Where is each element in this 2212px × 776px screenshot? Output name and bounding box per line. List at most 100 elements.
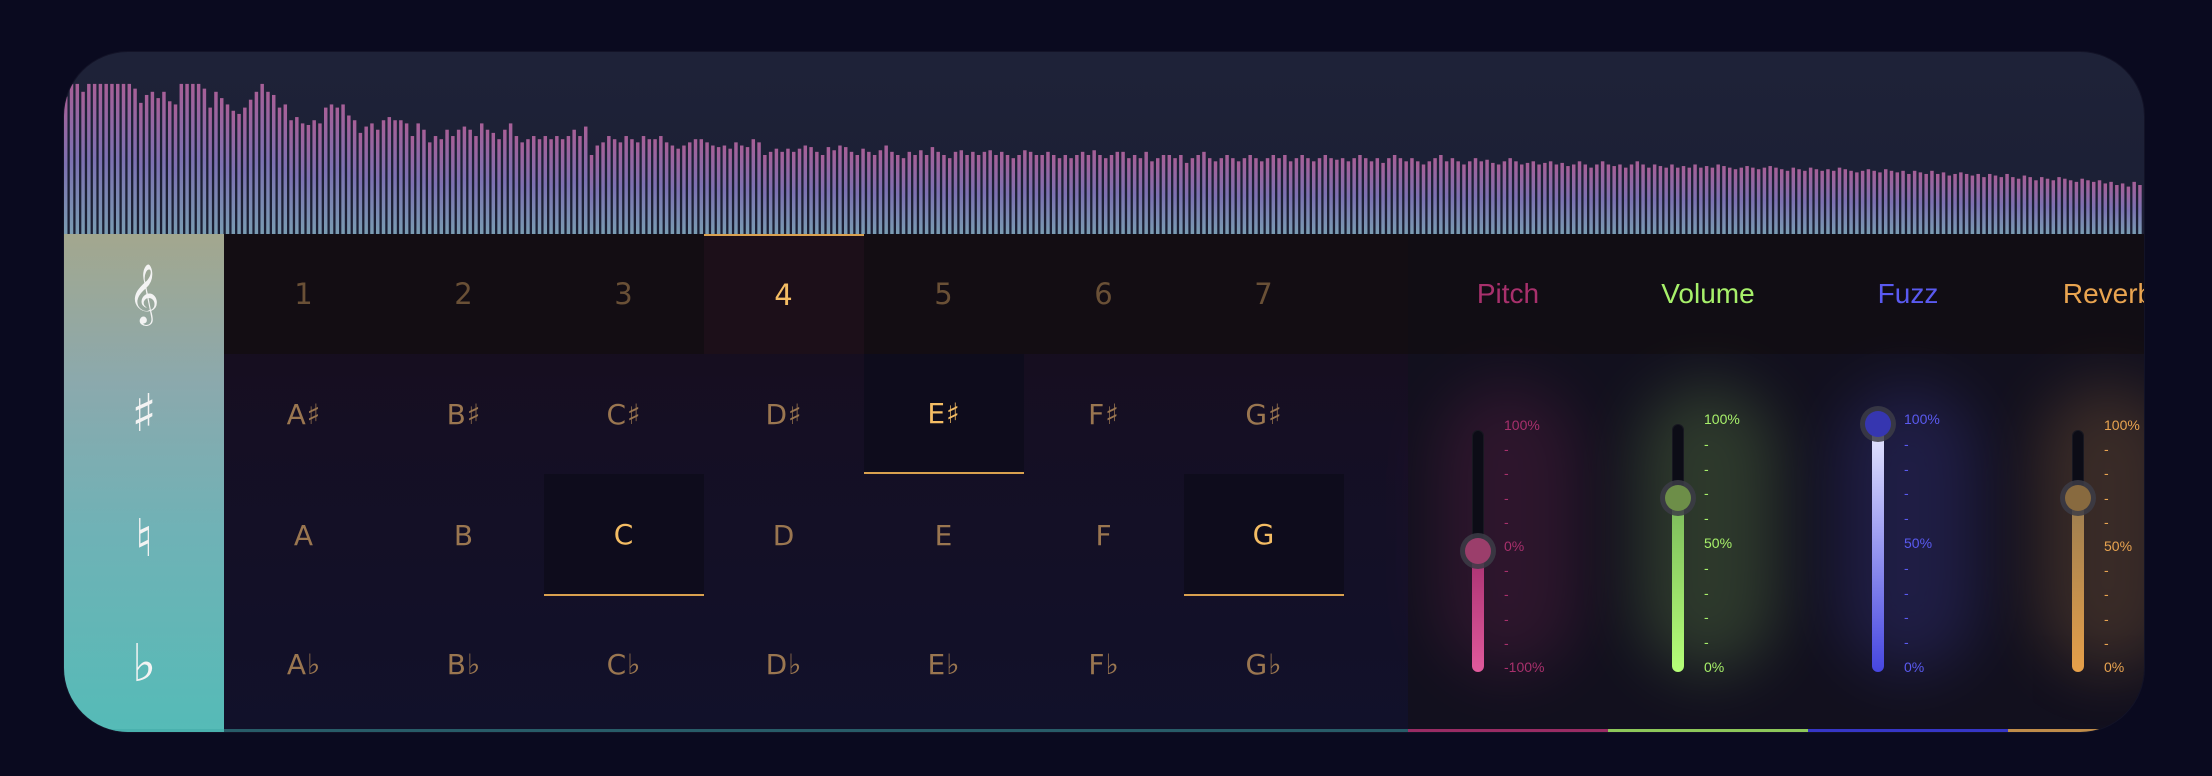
scale-tick: -100% bbox=[1504, 659, 1545, 675]
note-natural-f[interactable]: F bbox=[1024, 474, 1184, 596]
waveform-bar bbox=[664, 142, 669, 234]
waveform-bar bbox=[2005, 173, 2009, 234]
waveform-bar bbox=[1115, 151, 1120, 234]
slider-fill bbox=[1472, 551, 1484, 672]
note-flat-a[interactable]: A♭ bbox=[224, 596, 384, 732]
treble-clef-icon[interactable]: 𝄞 bbox=[64, 234, 224, 354]
scale-tick: 100% bbox=[2104, 417, 2140, 433]
waveform-bar bbox=[370, 123, 374, 234]
waveform-bar bbox=[1832, 170, 1836, 234]
waveform-bar bbox=[2080, 178, 2084, 234]
waveform-bar bbox=[1676, 167, 1680, 234]
waveform-bar bbox=[1964, 173, 1969, 234]
waveform-bar bbox=[104, 83, 108, 234]
scale-tick: 50% bbox=[2104, 538, 2133, 554]
waveform-bar bbox=[948, 158, 952, 234]
degree-2[interactable]: 2 bbox=[384, 234, 544, 354]
flat-icon[interactable]: ♭ bbox=[64, 604, 224, 724]
note-sharp-c[interactable]: C♯ bbox=[544, 354, 704, 474]
slider-track-volume[interactable] bbox=[1665, 424, 1691, 672]
waveform-bar bbox=[1034, 155, 1039, 234]
scale-tick: - bbox=[1504, 610, 1509, 627]
waveform-bar bbox=[1479, 161, 1484, 234]
slider-knob-fuzz[interactable] bbox=[1865, 411, 1891, 437]
waveform-bar bbox=[1225, 155, 1229, 234]
waveform-bar bbox=[722, 145, 727, 234]
waveform-bar bbox=[404, 123, 409, 234]
note-flat-g[interactable]: G♭ bbox=[1184, 596, 1344, 732]
slider-knob-pitch[interactable] bbox=[1465, 538, 1491, 564]
waveform-bar bbox=[919, 150, 923, 234]
note-sharp-f[interactable]: F♯ bbox=[1024, 354, 1184, 474]
waveform-bar bbox=[1918, 172, 1923, 234]
waveform-bar bbox=[1387, 158, 1391, 234]
waveform-bar bbox=[156, 98, 160, 234]
waveform-bar bbox=[1496, 164, 1501, 234]
waveform-bar bbox=[1889, 170, 1894, 234]
degree-6[interactable]: 6 bbox=[1024, 234, 1184, 354]
slider-fill bbox=[1872, 424, 1884, 672]
slider-fill bbox=[1672, 498, 1684, 672]
waveform-bar bbox=[277, 107, 282, 234]
note-natural-g[interactable]: G bbox=[1184, 474, 1344, 596]
degree-3[interactable]: 3 bbox=[544, 234, 704, 354]
note-sharp-b[interactable]: B♯ bbox=[384, 354, 544, 474]
slider-track-fuzz[interactable] bbox=[1865, 411, 1891, 672]
waveform-bar bbox=[1473, 158, 1478, 234]
waveform-bar bbox=[1901, 170, 1905, 234]
slider-knob-reverb[interactable] bbox=[2065, 484, 2091, 511]
note-natural-e[interactable]: E bbox=[864, 474, 1024, 596]
degree-7[interactable]: 7 bbox=[1184, 234, 1344, 354]
waveform-bar bbox=[202, 88, 207, 234]
waveform-bar bbox=[260, 83, 264, 234]
note-sharp-d[interactable]: D♯ bbox=[704, 354, 864, 474]
waveform-bar bbox=[792, 151, 796, 234]
slider-scale: 100% - - - - 50% - - - - 0% bbox=[2104, 417, 2144, 674]
note-flat-b[interactable]: B♭ bbox=[384, 596, 544, 732]
note-natural-c[interactable]: C bbox=[544, 474, 704, 596]
note-sharp-e[interactable]: E♯ bbox=[864, 354, 1024, 474]
scale-tick: - bbox=[2104, 441, 2109, 458]
waveform-bar bbox=[1982, 177, 1986, 234]
degree-1[interactable]: 1 bbox=[224, 234, 384, 354]
waveform-bar bbox=[225, 104, 230, 234]
effect-title-reverb: Reverb bbox=[2062, 278, 2144, 309]
waveform-bar bbox=[861, 148, 865, 234]
note-natural-b[interactable]: B bbox=[384, 474, 544, 596]
effect-title-pitch: Pitch bbox=[1476, 278, 1540, 309]
note-sharp-g[interactable]: G♯ bbox=[1184, 354, 1344, 474]
waveform-bar bbox=[1254, 158, 1258, 234]
scale-tick: - bbox=[1504, 489, 1509, 506]
waveform-bar bbox=[1462, 164, 1466, 234]
note-flat-f[interactable]: F♭ bbox=[1024, 596, 1184, 732]
degree-5[interactable]: 5 bbox=[864, 234, 1024, 354]
waveform-bar bbox=[2011, 177, 2015, 234]
degree-4[interactable]: 4 bbox=[704, 234, 864, 354]
note-flat-e[interactable]: E♭ bbox=[864, 596, 1024, 732]
scale-tick: - bbox=[1904, 510, 1909, 527]
note-natural-a[interactable]: A bbox=[224, 474, 384, 596]
waveform-bar bbox=[2045, 178, 2050, 234]
note-flat-d[interactable]: D♭ bbox=[704, 596, 864, 732]
effect-pitch: Pitch 100% - - - - 0% - - - - -100% bbox=[1408, 234, 1608, 732]
note-natural-d[interactable]: D bbox=[704, 474, 864, 596]
slider-scale: 100% - - - - 0% - - - - -100% bbox=[1504, 418, 1584, 675]
slider-track-reverb[interactable] bbox=[2065, 430, 2091, 672]
scale-tick: - bbox=[1504, 586, 1509, 603]
waveform-bar bbox=[1439, 155, 1443, 234]
natural-icon[interactable]: ♮ bbox=[64, 479, 224, 599]
scale-tick: 50% bbox=[1704, 535, 1733, 551]
note-sharp-a[interactable]: A♯ bbox=[224, 354, 384, 474]
sharp-icon[interactable]: ♯ bbox=[64, 354, 224, 474]
scale-tick: - bbox=[1904, 485, 1909, 502]
scale-tick: - bbox=[1704, 609, 1709, 626]
waveform-bar bbox=[1138, 158, 1143, 234]
note-flat-c[interactable]: C♭ bbox=[544, 596, 704, 732]
waveform-bar bbox=[1109, 155, 1114, 234]
waveform-bar bbox=[428, 142, 432, 234]
waveform-bar bbox=[185, 83, 189, 234]
slider-track-pitch[interactable] bbox=[1465, 430, 1491, 672]
waveform-bar bbox=[110, 83, 114, 234]
waveform-bar bbox=[474, 136, 478, 234]
waveform-bar bbox=[549, 139, 553, 234]
